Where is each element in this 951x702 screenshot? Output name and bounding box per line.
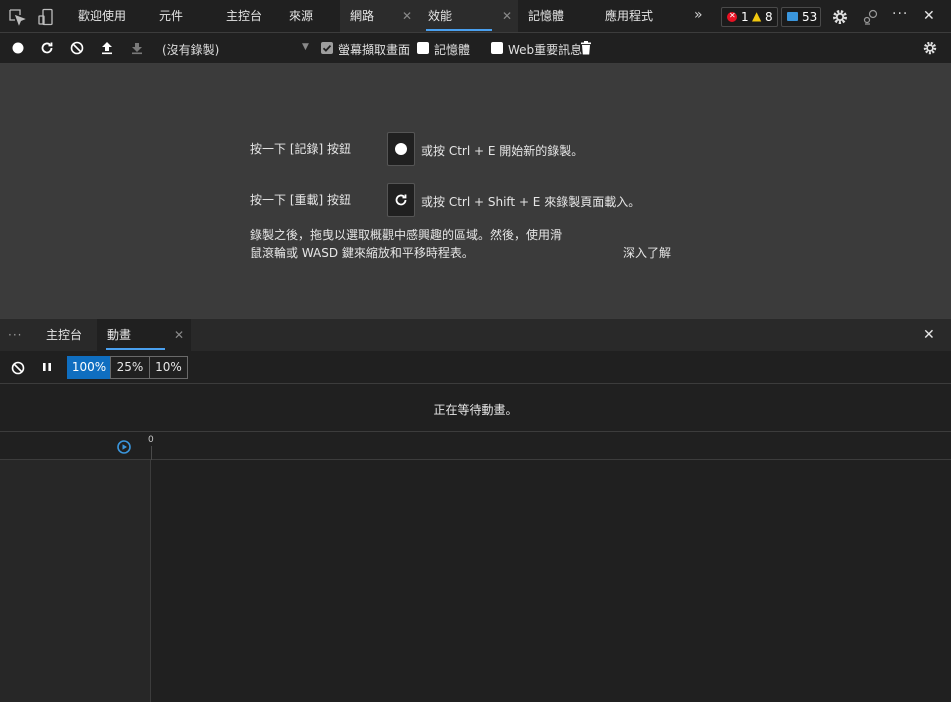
drawer-tab-console-label: 主控台 (46, 328, 83, 342)
tab-network[interactable]: 網路 ✕ (340, 0, 418, 32)
speed-100-button[interactable]: 100% (67, 356, 111, 379)
memory-label: 記憶體 (434, 43, 471, 57)
record-instruction-suffix: 或按 Ctrl + E 開始新的錄製。 (421, 144, 584, 158)
drawer-tab-animations[interactable]: 動畫 ✕ (97, 319, 191, 351)
animation-timeline-grid (151, 460, 951, 702)
reload-instruction-suffix: 或按 Ctrl + Shift + E 來錄製頁面載入。 (421, 195, 641, 209)
replay-timeline-icon[interactable] (116, 439, 132, 455)
clear-icon[interactable] (69, 40, 85, 56)
waiting-for-animations-text: 正在等待動畫。 (433, 403, 518, 417)
screenshot-label: 螢幕擷取畫面 (338, 43, 411, 57)
drawer-tab-animations-label: 動畫 (107, 328, 132, 342)
drawer-active-tab-indicator (106, 348, 165, 350)
speed-10-button[interactable]: 10% (149, 356, 188, 379)
tab-welcome[interactable]: 歡迎使用 (78, 0, 126, 32)
drawer-more-tabs-icon[interactable]: ··· (8, 319, 22, 351)
performance-toolbar: (沒有錄製) ▼ 螢幕擷取畫面 記憶體 Web重要訊息 (0, 33, 951, 64)
web-vitals-label: Web重要訊息 (508, 43, 583, 57)
pause-icon[interactable] (41, 361, 53, 373)
timeline-tick-line (151, 446, 152, 460)
after-recording-line-1: 錄製之後，拖曳以選取概觀中感興趣的區域。然後，使用滑 (250, 228, 563, 242)
tab-application-label: 應用程式 (605, 9, 654, 23)
tab-performance-label: 效能 (428, 9, 453, 23)
record-button-icon[interactable] (10, 40, 26, 56)
warning-count: 8 (765, 10, 773, 24)
tab-sources[interactable]: 來源 (289, 0, 313, 32)
recording-select[interactable]: (沒有錄製) (162, 41, 219, 58)
tab-console[interactable]: 主控台 (226, 0, 262, 32)
tab-performance[interactable]: 效能 ✕ (418, 0, 518, 32)
connected-devices-icon[interactable] (862, 8, 880, 26)
screenshot-checkbox[interactable] (321, 42, 333, 54)
close-performance-tab-icon[interactable]: ✕ (502, 0, 512, 32)
chevron-down-icon[interactable]: ▼ (302, 42, 309, 52)
clear-animations-icon[interactable] (10, 360, 26, 376)
trash-icon[interactable] (579, 40, 595, 56)
tab-welcome-label: 歡迎使用 (78, 9, 127, 23)
learn-more-link[interactable]: 深入了解 (623, 244, 671, 261)
animations-waiting-panel: 正在等待動畫。 (0, 384, 951, 432)
close-animations-tab-icon[interactable]: ✕ (174, 319, 184, 351)
web-vitals-checkbox[interactable] (491, 42, 503, 54)
download-profile-icon[interactable] (129, 40, 145, 56)
drawer-tab-bar: ··· 主控台 動畫 ✕ ✕ (0, 318, 951, 351)
record-instruction-prefix: 按一下 [記錄] 按鈕 (250, 142, 351, 156)
animation-timeline-header: 0 (0, 432, 951, 460)
warning-icon: ▲ (752, 9, 762, 23)
active-tab-indicator (426, 29, 492, 31)
animations-toolbar: 100% 25% 10% (0, 351, 951, 384)
close-devtools-icon[interactable]: ✕ (923, 8, 941, 26)
memory-checkbox[interactable] (417, 42, 429, 54)
reload-instruction-prefix: 按一下 [重載] 按鈕 (250, 193, 351, 207)
close-drawer-icon[interactable]: ✕ (923, 327, 935, 343)
tab-console-label: 主控台 (226, 9, 263, 23)
reload-record-icon[interactable] (39, 40, 55, 56)
error-count: 1 (741, 10, 749, 24)
performance-landing-panel: 按一下 [記錄] 按鈕 或按 Ctrl + E 開始新的錄製。 按一下 [重載]… (0, 64, 951, 318)
inspect-element-icon[interactable] (8, 8, 26, 26)
drawer-tab-console[interactable]: 主控台 (46, 319, 82, 351)
tab-elements[interactable]: 元件 (159, 0, 183, 32)
message-count: 53 (802, 10, 818, 24)
tab-memory[interactable]: 記憶體 (528, 0, 564, 32)
after-recording-line-2: 鼠滾輪或 WASD 鍵來縮放和平移時程表。 (250, 246, 474, 260)
more-options-icon[interactable]: ··· (892, 6, 910, 24)
animation-groups-list (0, 460, 151, 702)
tab-application[interactable]: 應用程式 (605, 0, 653, 32)
more-tabs-chevron-icon[interactable]: » (694, 7, 712, 25)
tab-elements-label: 元件 (159, 9, 184, 23)
timeline-zero-tick: 0 (148, 435, 154, 445)
upload-profile-icon[interactable] (99, 40, 115, 56)
devtools-tab-bar: 歡迎使用 元件 主控台 來源 網路 ✕ 效能 ✕ 記憶體 應用程式 » ✕ 1 … (0, 0, 951, 33)
issues-counter[interactable]: ✕ 1 ▲ 8 (721, 7, 778, 27)
device-emulation-icon[interactable] (37, 8, 55, 26)
speed-25-button[interactable]: 25% (110, 356, 150, 379)
error-x-icon: ✕ (729, 11, 736, 20)
message-icon (787, 12, 798, 21)
landing-reload-button[interactable] (387, 183, 415, 217)
capture-settings-gear-icon[interactable] (922, 40, 938, 56)
tab-sources-label: 來源 (289, 9, 314, 23)
messages-counter[interactable]: 53 (781, 7, 821, 27)
close-network-tab-icon[interactable]: ✕ (402, 0, 412, 32)
settings-gear-icon[interactable] (831, 8, 849, 26)
tab-memory-label: 記憶體 (528, 9, 565, 23)
tab-network-label: 網路 (350, 9, 375, 23)
landing-record-button[interactable] (387, 132, 415, 166)
